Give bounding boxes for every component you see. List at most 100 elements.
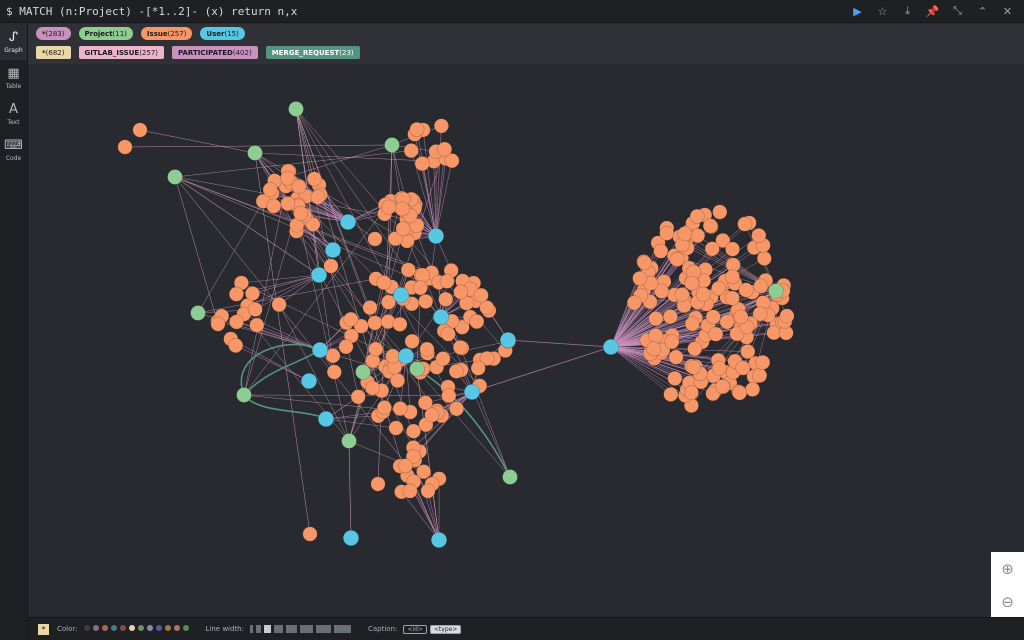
issue-node[interactable] <box>735 360 751 376</box>
issue-node[interactable] <box>470 360 486 376</box>
issue-node[interactable] <box>362 300 378 316</box>
issue-node[interactable] <box>376 275 392 291</box>
issue-node[interactable] <box>712 204 728 220</box>
color-swatch[interactable] <box>110 625 117 631</box>
issue-node[interactable] <box>381 199 397 215</box>
project-node[interactable] <box>341 433 357 449</box>
issue-node[interactable] <box>266 198 282 214</box>
issue-node[interactable] <box>370 476 386 492</box>
issue-node[interactable] <box>392 401 408 417</box>
issue-node[interactable] <box>667 370 683 386</box>
issue-node[interactable] <box>392 316 408 332</box>
issue-node[interactable] <box>438 291 454 307</box>
user-node[interactable] <box>499 331 517 349</box>
line-width-option[interactable] <box>273 625 283 633</box>
issue-node[interactable] <box>403 143 419 159</box>
line-width-option[interactable] <box>285 625 297 633</box>
relationship-edge[interactable] <box>139 129 256 154</box>
relationship-edge[interactable] <box>252 274 320 294</box>
issue-node[interactable] <box>668 349 684 365</box>
issue-node[interactable] <box>419 341 435 357</box>
issue-node[interactable] <box>433 118 449 134</box>
relationship-edge[interactable] <box>174 176 219 325</box>
node-label-all[interactable]: * (283) <box>36 27 71 40</box>
line-width-option[interactable] <box>263 625 271 633</box>
chevron-up-icon[interactable]: ⌃ <box>970 0 995 22</box>
color-swatch[interactable] <box>137 625 144 631</box>
rel-type-gitlab_issue[interactable]: GITLAB_ISSUE (257) <box>78 46 165 59</box>
issue-node[interactable] <box>687 341 703 357</box>
relationship-edge[interactable] <box>241 274 320 284</box>
issue-node[interactable] <box>452 339 468 355</box>
relationship-edge[interactable] <box>243 394 449 396</box>
issue-node[interactable] <box>293 205 309 221</box>
issue-node[interactable] <box>753 278 769 294</box>
issue-node[interactable] <box>738 282 754 298</box>
issue-node[interactable] <box>663 386 679 402</box>
issue-node[interactable] <box>350 389 366 405</box>
color-swatch[interactable] <box>155 625 162 631</box>
issue-node[interactable] <box>449 401 465 417</box>
project-node[interactable] <box>355 364 371 380</box>
user-node[interactable] <box>427 227 445 245</box>
issue-node[interactable] <box>400 262 416 278</box>
issue-node[interactable] <box>648 311 664 327</box>
issue-node[interactable] <box>367 315 383 331</box>
issue-node[interactable] <box>715 378 731 394</box>
run-icon[interactable]: ▶ <box>845 0 870 22</box>
star-icon[interactable]: ☆ <box>870 0 895 22</box>
sidebar-item-code[interactable]: ⌨ Code <box>0 132 27 168</box>
issue-node[interactable] <box>674 287 690 303</box>
issue-node[interactable] <box>737 216 753 232</box>
issue-node[interactable] <box>653 243 669 259</box>
issue-node[interactable] <box>689 208 705 224</box>
sidebar-item-table[interactable]: ▦ Table <box>0 60 27 96</box>
color-swatch[interactable] <box>164 625 171 631</box>
issue-node[interactable] <box>415 267 431 283</box>
issue-node[interactable] <box>229 314 245 330</box>
issue-node[interactable] <box>711 360 727 376</box>
user-node[interactable] <box>463 383 481 401</box>
expand-style-button[interactable]: * <box>38 623 49 635</box>
caption-id-option[interactable]: <id> <box>403 624 427 634</box>
project-node[interactable] <box>190 305 206 321</box>
issue-node[interactable] <box>364 380 380 396</box>
issue-node[interactable] <box>397 458 413 474</box>
user-node[interactable] <box>430 531 448 549</box>
issue-node[interactable] <box>409 121 425 137</box>
issue-node[interactable] <box>745 381 761 397</box>
issue-node[interactable] <box>117 139 133 155</box>
caption-type-option[interactable]: <type> <box>429 624 462 634</box>
line-width-option[interactable] <box>315 625 331 633</box>
issue-node[interactable] <box>385 348 401 364</box>
project-node[interactable] <box>236 387 252 403</box>
issue-node[interactable] <box>132 122 148 138</box>
issue-node[interactable] <box>368 341 384 357</box>
issue-node[interactable] <box>740 344 756 360</box>
line-width-option[interactable] <box>255 625 261 633</box>
color-swatch[interactable] <box>146 625 153 631</box>
color-swatch[interactable] <box>92 625 99 631</box>
issue-node[interactable] <box>395 221 411 237</box>
issue-node[interactable] <box>302 526 318 542</box>
issue-node[interactable] <box>420 483 436 499</box>
user-node[interactable] <box>432 308 450 326</box>
issue-node[interactable] <box>662 309 678 325</box>
issue-node[interactable] <box>249 317 265 333</box>
issue-node[interactable] <box>245 286 261 302</box>
issue-node[interactable] <box>326 364 342 380</box>
issue-node[interactable] <box>684 316 700 332</box>
line-width-option[interactable] <box>333 625 351 633</box>
issue-node[interactable] <box>376 400 392 416</box>
user-node[interactable] <box>311 341 329 359</box>
issue-node[interactable] <box>306 171 322 187</box>
issue-node[interactable] <box>453 284 469 300</box>
issue-node[interactable] <box>626 295 642 311</box>
issue-node[interactable] <box>755 354 771 370</box>
issue-node[interactable] <box>448 363 464 379</box>
user-node[interactable] <box>397 347 415 365</box>
rel-type-participated[interactable]: PARTICIPATED (402) <box>172 46 258 59</box>
node-label-issue[interactable]: Issue (257) <box>140 27 193 40</box>
issue-node[interactable] <box>310 189 326 205</box>
color-swatch[interactable] <box>173 625 180 631</box>
